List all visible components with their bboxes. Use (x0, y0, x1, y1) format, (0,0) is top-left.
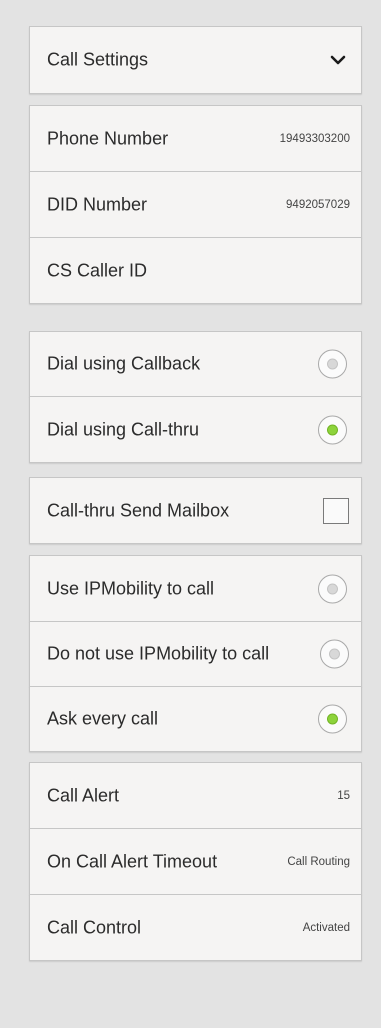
dial-callback-label: Dial using Callback (47, 353, 201, 374)
ask-every-call-label: Ask every call (47, 708, 159, 729)
call-control-value: Activated (302, 921, 350, 934)
use-ipmobility-radio[interactable] (318, 574, 347, 603)
radio-dot-icon (327, 424, 338, 435)
dial-callthru-row[interactable]: Dial using Call-thru (29, 396, 362, 463)
no-ipmobility-radio[interactable] (320, 639, 349, 669)
call-alert-value: 15 (337, 789, 350, 802)
use-ipmobility-row[interactable]: Use IPMobility to call (29, 555, 362, 622)
call-settings-title: Call Settings (47, 49, 149, 70)
radio-dot-icon (327, 713, 338, 725)
callthru-mailbox-checkbox[interactable] (323, 497, 349, 524)
dial-callback-radio[interactable] (318, 349, 347, 379)
dial-callthru-label: Dial using Call-thru (47, 419, 200, 439)
cs-caller-id-label: CS Caller ID (47, 260, 148, 280)
radio-dot-icon (327, 583, 338, 594)
settings-screen: { "header": { "title": "Call Settings", … (0, 0, 381, 1028)
phone-number-row[interactable]: Phone Number 19493303200 (29, 105, 362, 172)
call-alert-timeout-label: On Call Alert Timeout (47, 851, 218, 871)
use-ipmobility-label: Use IPMobility to call (47, 578, 215, 598)
call-alert-timeout-row[interactable]: On Call Alert Timeout Call Routing (29, 828, 362, 895)
no-ipmobility-label: Do not use IPMobility to call (47, 643, 270, 664)
ask-every-call-radio[interactable] (318, 704, 347, 734)
dial-callback-row[interactable]: Dial using Callback (29, 331, 362, 397)
cs-caller-id-row[interactable]: CS Caller ID (29, 237, 362, 304)
call-settings-header[interactable]: Call Settings (29, 26, 362, 94)
callthru-mailbox-row[interactable]: Call-thru Send Mailbox (29, 477, 362, 544)
call-control-row[interactable]: Call Control Activated (29, 894, 362, 961)
call-alert-row[interactable]: Call Alert 15 (29, 762, 362, 829)
did-number-label: DID Number (47, 194, 148, 214)
callthru-mailbox-label: Call-thru Send Mailbox (47, 500, 230, 520)
ask-every-call-row[interactable]: Ask every call (29, 686, 362, 752)
call-alert-timeout-value: Call Routing (287, 855, 350, 868)
did-number-row[interactable]: DID Number 9492057029 (29, 171, 362, 238)
radio-dot-icon (329, 648, 340, 660)
radio-dot-icon (327, 358, 338, 370)
chevron-down-icon[interactable] (329, 51, 347, 69)
phone-number-value: 19493303200 (279, 132, 350, 145)
no-ipmobility-row[interactable]: Do not use IPMobility to call (29, 621, 362, 687)
call-control-label: Call Control (47, 917, 142, 937)
phone-number-label: Phone Number (47, 128, 169, 148)
did-number-value: 9492057029 (286, 198, 350, 211)
dial-callthru-radio[interactable] (318, 415, 347, 444)
call-alert-label: Call Alert (47, 785, 120, 805)
